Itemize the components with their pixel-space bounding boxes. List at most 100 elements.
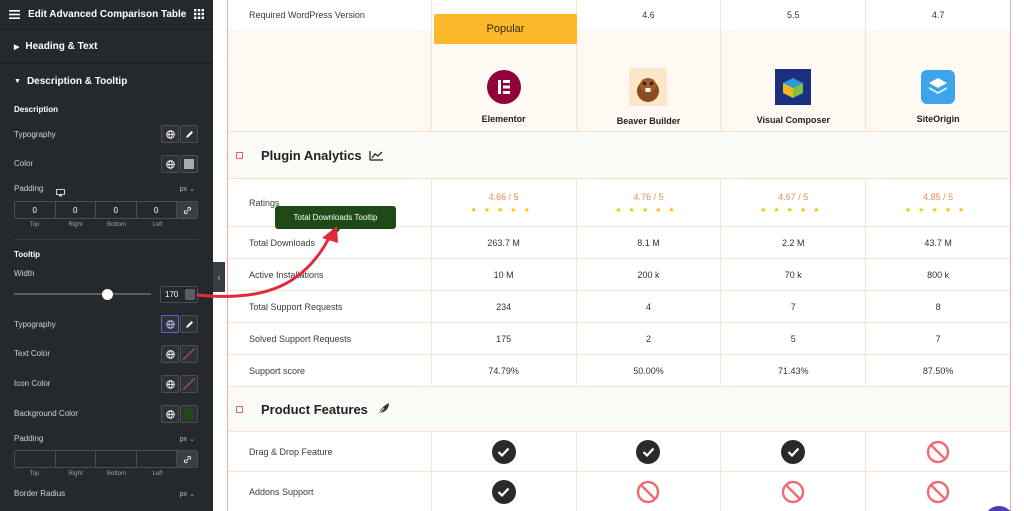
edit-pencil-icon[interactable]	[180, 125, 198, 143]
plugin-name: Beaver Builder	[616, 115, 681, 126]
rating-value: 4.85 / 5	[923, 191, 954, 202]
table-cell: 4.7	[865, 0, 1010, 30]
color-swatch-empty[interactable]	[180, 345, 198, 363]
edit-pencil-icon[interactable]	[180, 315, 198, 333]
table-row: Solved Support Requests 175 2 5 7	[228, 323, 1010, 355]
feather-icon	[376, 403, 389, 416]
padding-bottom-input[interactable]	[96, 451, 137, 467]
caret-right-icon: ▶	[14, 43, 20, 51]
tooltip-width-label: Width	[14, 269, 35, 278]
rating-value: 4.66 / 5	[488, 191, 519, 202]
caret-down-icon: ▼	[14, 77, 21, 85]
padding-top-input[interactable]: 0	[15, 202, 56, 218]
table-cell: 4.67 / 5 ★★★★★	[720, 179, 865, 226]
padding-bottom-input[interactable]: 0	[96, 202, 137, 218]
section-heading-text[interactable]: ▶ Heading & Text	[0, 30, 213, 64]
padding-right-input[interactable]	[56, 451, 96, 467]
hamburger-menu-icon[interactable]	[9, 6, 20, 24]
padding-left-input[interactable]: 0	[137, 202, 177, 218]
check-circle-icon	[491, 439, 516, 464]
check-circle-icon	[781, 439, 806, 464]
plugin-column-visual-composer: Visual Composer	[720, 30, 865, 131]
row-label	[228, 30, 431, 131]
table-row: Total Downloads 263.7 M 8.1 M 2.2 M 43.7…	[228, 227, 1010, 259]
section-square-icon	[236, 405, 243, 413]
rating-value: 4.76 / 5	[633, 191, 664, 202]
color-swatch[interactable]	[180, 405, 198, 423]
chevron-left-icon: ‹	[217, 272, 221, 282]
tooltip-icon-color-label: Icon Color	[14, 379, 51, 388]
star-rating-icon: ★★★★★	[470, 206, 537, 214]
table-cell: 74.79%	[430, 355, 576, 386]
table-cell: 8	[865, 291, 1010, 322]
global-icon[interactable]	[161, 315, 179, 333]
panel-title: Edit Advanced Comparison Table	[28, 8, 187, 20]
panel-collapse-toggle[interactable]: ‹	[213, 262, 225, 292]
rating-value: 4.67 / 5	[778, 191, 809, 202]
row-label: Support score	[249, 365, 306, 376]
padding-top-input[interactable]	[15, 451, 56, 467]
padding-side-labels: Top Right Bottom Left	[29, 471, 163, 477]
table-cell	[430, 472, 576, 511]
popular-badge: Popular	[434, 14, 577, 44]
tooltip-bg-color-label: Background Color	[14, 409, 79, 418]
tooltip-padding-inputs	[14, 450, 198, 468]
table-cell: 4.76 / 5 ★★★★★	[575, 179, 721, 226]
editor-panel: Edit Advanced Comparison Table ▶ Heading…	[0, 0, 213, 511]
table-cell: 200 k	[575, 259, 721, 290]
table-row: Active Installations 10 M 200 k 70 k 800…	[228, 259, 1010, 291]
tooltip-width-slider[interactable]	[14, 293, 151, 295]
downloads-tooltip: Total Downloads Tooltip	[275, 206, 396, 234]
section-title: Plugin Analytics	[261, 147, 362, 163]
global-icon[interactable]	[161, 405, 179, 423]
table-cell: 8.1 M	[575, 227, 721, 258]
apps-grid-icon[interactable]	[194, 6, 204, 24]
desktop-icon[interactable]	[56, 184, 65, 202]
table-cell: 5.5	[720, 0, 865, 30]
table-cell	[575, 432, 721, 471]
section-heading-label: Heading & Text	[25, 41, 98, 52]
elementor-logo-icon	[486, 69, 521, 104]
table-cell: 43.7 M	[865, 227, 1010, 258]
global-icon[interactable]	[161, 375, 179, 393]
color-swatch[interactable]	[180, 155, 198, 173]
table-cell: 2	[575, 323, 721, 354]
ban-icon	[926, 480, 950, 504]
stepper-icon[interactable]	[185, 289, 195, 300]
table-cell: 175	[430, 323, 576, 354]
tooltip-width-slider-handle[interactable]	[102, 289, 113, 300]
section-description-tooltip[interactable]: ▼ Description & Tooltip	[0, 64, 213, 98]
global-icon[interactable]	[161, 155, 179, 173]
global-icon[interactable]	[161, 345, 179, 363]
tooltip-arrow	[331, 228, 341, 234]
padding-right-input[interactable]: 0	[56, 202, 96, 218]
table-row: Addons Support	[228, 472, 1010, 511]
border-radius-unit-select[interactable]: px ⌄	[180, 490, 195, 498]
link-icon[interactable]	[177, 202, 197, 218]
tooltip-padding-unit-select[interactable]: px ⌄	[180, 435, 195, 443]
tooltip-text: Total Downloads Tooltip	[293, 213, 378, 222]
table-row: Support score 74.79% 50.00% 71.43% 87.50…	[228, 355, 1010, 387]
table-cell: 10 M	[430, 259, 576, 290]
row-label: Addons Support	[249, 487, 314, 497]
row-label: Solved Support Requests	[249, 333, 352, 344]
plugin-name: Visual Composer	[756, 114, 830, 125]
global-icon[interactable]	[161, 125, 179, 143]
table-cell: 800 k	[865, 259, 1010, 290]
padding-left-input[interactable]	[137, 451, 177, 467]
table-cell	[575, 472, 721, 511]
table-cell	[865, 432, 1010, 471]
table-cell	[720, 432, 865, 471]
table-row: Drag & Drop Feature	[228, 432, 1010, 472]
section-row-analytics: Plugin Analytics	[228, 132, 1010, 179]
divider	[14, 239, 198, 240]
preview-area: Required WordPress Version 4.6 5.5 4.7 E…	[225, 0, 1024, 511]
color-swatch-empty[interactable]	[180, 375, 198, 393]
padding-unit-select[interactable]: px ⌄	[180, 185, 195, 193]
table-cell	[430, 432, 576, 471]
section-square-icon	[236, 151, 243, 159]
tooltip-width-input[interactable]: 170	[160, 286, 198, 303]
tooltip-subheading: Tooltip	[14, 250, 41, 259]
table-cell: 7	[865, 323, 1010, 354]
link-icon[interactable]	[177, 451, 197, 467]
